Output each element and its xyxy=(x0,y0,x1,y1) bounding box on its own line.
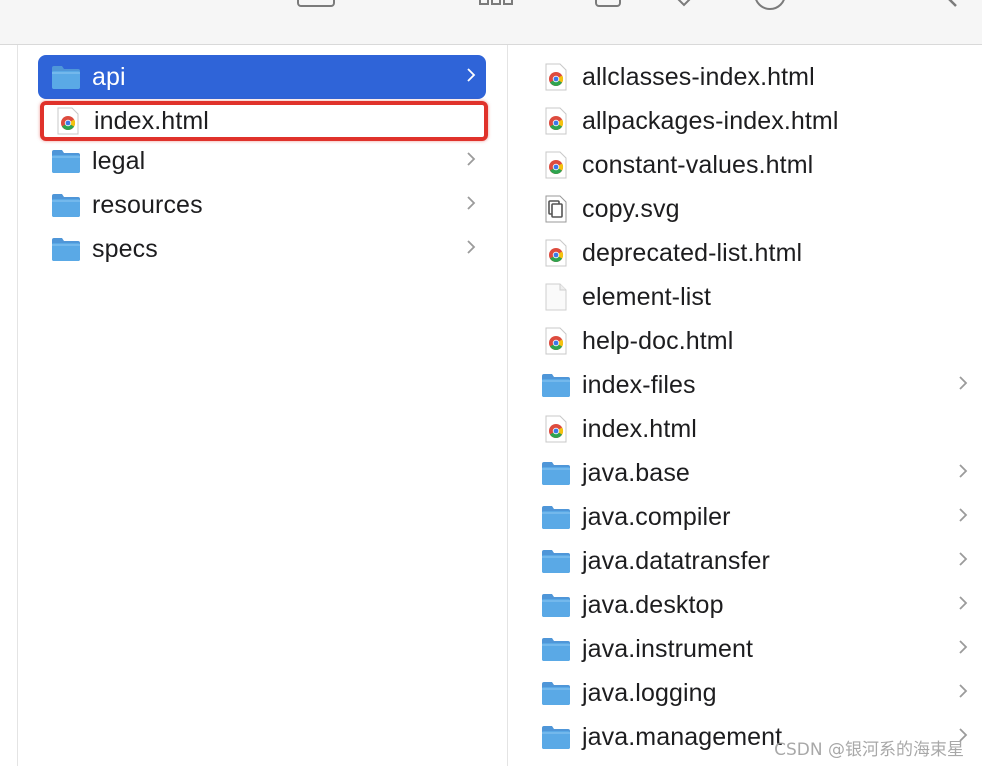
content-item-constant-values-html[interactable]: constant-values.html xyxy=(530,143,982,187)
content-item-java-compiler[interactable]: java.compiler xyxy=(530,495,982,539)
chevron-right-icon xyxy=(958,551,968,572)
content-item-deprecated-list-html[interactable]: deprecated-list.html xyxy=(530,231,982,275)
item-label: index-files xyxy=(582,370,696,399)
content-item-element-list[interactable]: element-list xyxy=(530,275,982,319)
content-column: allclasses-index.html allpackages-index.h… xyxy=(530,55,982,759)
folder-icon xyxy=(540,636,572,662)
chevron-right-icon xyxy=(958,683,968,704)
folder-icon xyxy=(50,148,82,174)
parent-item-index-html[interactable]: index.html xyxy=(40,101,488,141)
folder-icon xyxy=(540,680,572,706)
chrome-html-icon xyxy=(52,107,84,135)
watermark: CSDN @银河系的海束星 xyxy=(774,740,964,760)
document-icon xyxy=(540,283,572,311)
folder-icon xyxy=(540,504,572,530)
item-label: allclasses-index.html xyxy=(582,62,815,91)
content-item-allclasses-index-html[interactable]: allclasses-index.html xyxy=(530,55,982,99)
item-label: constant-values.html xyxy=(582,150,814,179)
chevron-right-icon xyxy=(958,639,968,660)
folder-icon xyxy=(540,460,572,486)
item-label: resources xyxy=(92,190,203,219)
content-item-help-doc-html[interactable]: help-doc.html xyxy=(530,319,982,363)
chevron-right-icon xyxy=(466,67,476,88)
parent-column: api index.html legal resources specs xyxy=(38,55,488,271)
item-label: java.logging xyxy=(582,678,717,707)
item-label: copy.svg xyxy=(582,194,680,223)
item-label: deprecated-list.html xyxy=(582,238,803,267)
folder-icon xyxy=(50,64,82,90)
share-icon[interactable] xyxy=(593,0,623,10)
item-label: specs xyxy=(92,234,158,263)
group-icon[interactable] xyxy=(478,0,518,10)
content-item-java-base[interactable]: java.base xyxy=(530,451,982,495)
item-label: java.desktop xyxy=(582,590,724,619)
chevron-right-icon xyxy=(466,239,476,260)
svg-file-icon xyxy=(540,195,572,223)
chevron-right-icon xyxy=(958,595,968,616)
view-mode-icon[interactable] xyxy=(296,0,366,10)
item-label: java.management xyxy=(582,722,783,751)
column-divider[interactable] xyxy=(507,45,508,766)
chrome-html-icon xyxy=(540,415,572,443)
folder-icon xyxy=(540,724,572,750)
chevron-right-icon xyxy=(958,463,968,484)
sidebar-edge xyxy=(17,45,18,766)
parent-item-resources[interactable]: resources xyxy=(38,183,486,227)
parent-item-legal[interactable]: legal xyxy=(38,139,486,183)
item-label: index.html xyxy=(94,106,209,135)
finder-toolbar xyxy=(0,0,982,45)
folder-icon xyxy=(540,592,572,618)
chrome-html-icon xyxy=(540,151,572,179)
content-item-java-desktop[interactable]: java.desktop xyxy=(530,583,982,627)
parent-item-api[interactable]: api xyxy=(38,55,486,99)
item-label: java.instrument xyxy=(582,634,754,663)
item-label: index.html xyxy=(582,414,697,443)
item-label: api xyxy=(92,62,126,91)
folder-icon xyxy=(540,372,572,398)
item-label: element-list xyxy=(582,282,712,311)
chevron-right-icon xyxy=(466,151,476,172)
content-item-index-files[interactable]: index-files xyxy=(530,363,982,407)
item-label: java.datatransfer xyxy=(582,546,770,575)
item-label: allpackages-index.html xyxy=(582,106,839,135)
chrome-html-icon xyxy=(540,107,572,135)
parent-item-specs[interactable]: specs xyxy=(38,227,486,271)
content-item-allpackages-index-html[interactable]: allpackages-index.html xyxy=(530,99,982,143)
folder-icon xyxy=(540,548,572,574)
content-item-java-datatransfer[interactable]: java.datatransfer xyxy=(530,539,982,583)
item-label: legal xyxy=(92,146,146,175)
chevron-right-icon xyxy=(958,375,968,396)
folder-icon xyxy=(50,236,82,262)
search-icon[interactable] xyxy=(930,0,964,10)
chrome-html-icon xyxy=(540,327,572,355)
tag-icon[interactable] xyxy=(668,0,702,12)
content-item-copy-svg[interactable]: copy.svg xyxy=(530,187,982,231)
folder-icon xyxy=(50,192,82,218)
chevron-right-icon xyxy=(466,195,476,216)
item-label: java.base xyxy=(582,458,690,487)
action-icon[interactable] xyxy=(752,0,792,16)
chevron-right-icon xyxy=(958,507,968,528)
item-label: help-doc.html xyxy=(582,326,734,355)
content-item-index-html[interactable]: index.html xyxy=(530,407,982,451)
chrome-html-icon xyxy=(540,63,572,91)
content-item-java-logging[interactable]: java.logging xyxy=(530,671,982,715)
item-label: java.compiler xyxy=(582,502,731,531)
chrome-html-icon xyxy=(540,239,572,267)
content-item-java-instrument[interactable]: java.instrument xyxy=(530,627,982,671)
